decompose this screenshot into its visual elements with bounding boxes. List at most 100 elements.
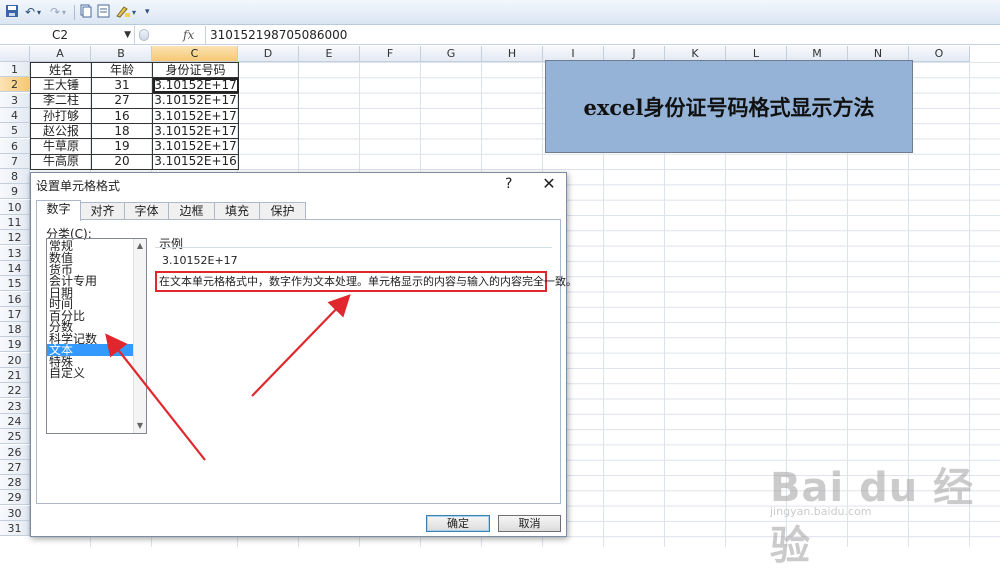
- column-header[interactable]: G: [421, 46, 482, 62]
- tab-number[interactable]: 数字: [36, 200, 81, 221]
- select-all-corner[interactable]: [0, 46, 30, 62]
- tab-font[interactable]: 字体: [124, 202, 169, 220]
- data-table: 姓名 年龄 身份证号码 王大锤 31 3.10152E+17 李二柱 27 3.…: [30, 61, 239, 171]
- row-header[interactable]: 28: [0, 475, 30, 491]
- formula-input[interactable]: 310152198705086000: [205, 26, 1000, 44]
- row-header[interactable]: 25: [0, 429, 30, 445]
- header-cell[interactable]: 身份证号码: [152, 61, 239, 79]
- row-header[interactable]: 2: [0, 77, 30, 93]
- row-header[interactable]: 20: [0, 352, 30, 368]
- header-cell[interactable]: 姓名: [30, 61, 92, 79]
- copy-icon[interactable]: [80, 4, 92, 21]
- row-header[interactable]: 3: [0, 92, 30, 108]
- table-cell[interactable]: 孙打够: [30, 107, 92, 125]
- ok-button[interactable]: 确定: [426, 515, 490, 532]
- tab-border[interactable]: 边框: [168, 202, 215, 220]
- column-header[interactable]: O: [909, 46, 970, 62]
- save-icon[interactable]: [5, 4, 19, 21]
- redo-icon[interactable]: ↷: [50, 4, 60, 21]
- table-cell[interactable]: 31: [91, 77, 153, 94]
- undo-dropdown-icon[interactable]: ▾: [37, 4, 41, 21]
- resize-grip-icon[interactable]: [139, 29, 149, 41]
- highlighter-dropdown-icon[interactable]: ▾: [132, 4, 136, 21]
- table-cell[interactable]: 牛高原: [30, 153, 92, 171]
- column-header[interactable]: A: [30, 46, 91, 62]
- row-header[interactable]: 15: [0, 276, 30, 292]
- category-list[interactable]: 常规 数值 货币 会计专用 日期 时间 百分比 分数 科学记数 文本 特殊 自定…: [46, 238, 147, 434]
- row-header[interactable]: 30: [0, 505, 30, 521]
- scroll-up-icon[interactable]: ▲: [134, 240, 146, 252]
- name-box[interactable]: C2 ▼: [0, 26, 135, 44]
- table-cell[interactable]: 王大锤: [30, 77, 92, 94]
- table-row: 牛高原 20 3.10152E+16: [30, 153, 239, 171]
- table-cell[interactable]: 3.10152E+17: [152, 138, 239, 155]
- header-cell[interactable]: 年龄: [91, 61, 153, 79]
- row-header[interactable]: 10: [0, 199, 30, 215]
- table-cell[interactable]: 18: [91, 123, 153, 140]
- row-header[interactable]: 26: [0, 444, 30, 460]
- number-tab-panel: 分类(C): 常规 数值 货币 会计专用 日期 时间 百分比 分数 科学记数 文…: [36, 219, 577, 504]
- table-cell[interactable]: 16: [91, 107, 153, 125]
- highlighter-icon[interactable]: [115, 4, 131, 21]
- name-box-value: C2: [52, 28, 69, 42]
- category-scrollbar[interactable]: ▲ ▼: [133, 239, 146, 433]
- row-header[interactable]: 13: [0, 245, 30, 261]
- table-cell[interactable]: 3.10152E+17: [152, 107, 239, 125]
- row-header[interactable]: 5: [0, 123, 30, 139]
- insert-function-icon[interactable]: fx: [183, 26, 194, 44]
- row-header[interactable]: 27: [0, 459, 30, 475]
- row-header[interactable]: 24: [0, 413, 30, 429]
- table-cell[interactable]: 20: [91, 153, 153, 171]
- column-header[interactable]: F: [360, 46, 421, 62]
- row-header[interactable]: 6: [0, 138, 30, 154]
- selected-cell[interactable]: 3.10152E+17: [152, 77, 239, 94]
- table-cell[interactable]: 李二柱: [30, 92, 92, 109]
- table-cell[interactable]: 3.10152E+16: [152, 153, 239, 171]
- format-icon[interactable]: [97, 4, 110, 21]
- close-button[interactable]: ✕: [537, 173, 561, 195]
- name-box-dropdown-icon[interactable]: ▼: [124, 26, 131, 44]
- title-banner-cell[interactable]: excel身份证号码格式显示方法: [545, 60, 913, 153]
- table-cell[interactable]: 赵公报: [30, 123, 92, 140]
- column-header[interactable]: B: [91, 46, 152, 62]
- category-item[interactable]: 自定义: [47, 367, 134, 379]
- column-header[interactable]: D: [238, 46, 299, 62]
- row-header[interactable]: 19: [0, 337, 30, 353]
- help-button[interactable]: ?: [505, 173, 512, 195]
- column-header[interactable]: H: [482, 46, 543, 62]
- table-row: 牛草原 19 3.10152E+17: [30, 138, 239, 155]
- row-header[interactable]: 14: [0, 260, 30, 276]
- tab-protection[interactable]: 保护: [259, 202, 306, 220]
- row-header[interactable]: 22: [0, 383, 30, 399]
- column-header[interactable]: C: [152, 46, 238, 62]
- undo-icon[interactable]: ↶: [25, 4, 35, 21]
- table-cell[interactable]: 3.10152E+17: [152, 123, 239, 140]
- row-header[interactable]: 18: [0, 322, 30, 338]
- row-header[interactable]: 23: [0, 398, 30, 414]
- row-header[interactable]: 1: [0, 62, 30, 77]
- format-cells-dialog: 设置单元格格式 ? ✕ 数字 对齐 字体 边框 填充 保护 分类(C): 常规 …: [30, 172, 577, 537]
- redo-dropdown-icon[interactable]: ▾: [62, 4, 66, 21]
- tab-alignment[interactable]: 对齐: [80, 202, 125, 220]
- table-cell[interactable]: 3.10152E+17: [152, 92, 239, 109]
- row-header[interactable]: 17: [0, 306, 30, 322]
- table-cell[interactable]: 19: [91, 138, 153, 155]
- row-header[interactable]: 16: [0, 291, 30, 307]
- cancel-button[interactable]: 取消: [498, 515, 561, 532]
- column-header[interactable]: E: [299, 46, 360, 62]
- row-header[interactable]: 31: [0, 521, 30, 536]
- row-header[interactable]: 8: [0, 169, 30, 185]
- table-cell[interactable]: 27: [91, 92, 153, 109]
- row-header[interactable]: 12: [0, 230, 30, 246]
- row-header[interactable]: 7: [0, 153, 30, 169]
- table-header-row: 姓名 年龄 身份证号码: [30, 61, 239, 79]
- row-header[interactable]: 21: [0, 368, 30, 383]
- scroll-down-icon[interactable]: ▼: [134, 420, 146, 432]
- row-header[interactable]: 29: [0, 490, 30, 506]
- table-cell[interactable]: 牛草原: [30, 138, 92, 155]
- row-header[interactable]: 11: [0, 215, 30, 230]
- tab-fill[interactable]: 填充: [214, 202, 260, 220]
- row-header[interactable]: 4: [0, 107, 30, 123]
- row-header[interactable]: 9: [0, 184, 30, 200]
- customize-icon[interactable]: ▾: [145, 4, 150, 21]
